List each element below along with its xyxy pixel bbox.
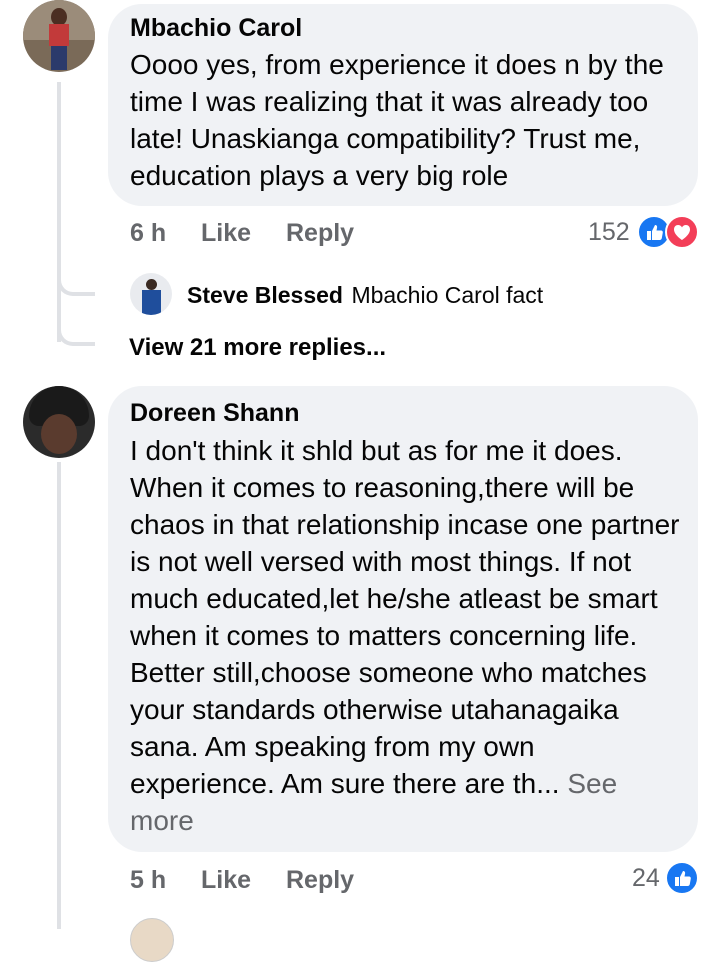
comment-actions: 6 h Like Reply <box>130 219 430 251</box>
like-button[interactable]: Like <box>201 866 251 895</box>
reply-button[interactable]: Reply <box>286 866 354 895</box>
comment-bubble: Mbachio Carol Oooo yes, from experience … <box>108 4 698 206</box>
view-more-replies-link[interactable]: View 21 more replies... <box>129 334 386 362</box>
reply-connector <box>57 268 95 296</box>
avatar[interactable] <box>23 0 95 72</box>
like-icon <box>665 861 699 895</box>
reaction-count[interactable]: 24 <box>632 864 660 893</box>
comment-author[interactable]: Mbachio Carol <box>130 13 698 43</box>
thread-line <box>57 82 61 342</box>
comment-time: 5 h <box>130 866 167 894</box>
comment-time: 6 h <box>130 219 167 247</box>
more-replies-connector <box>57 318 95 346</box>
like-button[interactable]: Like <box>201 219 251 248</box>
reply-text: Mbachio Carol fact <box>351 282 544 308</box>
reply-button[interactable]: Reply <box>286 219 354 248</box>
comment-bubble: Doreen Shann I don't think it shld but a… <box>108 386 698 852</box>
comment-text: I don't think it shld but as for me it d… <box>130 432 685 839</box>
thread-line <box>57 462 61 929</box>
comment-author[interactable]: Doreen Shann <box>130 398 698 428</box>
reply-row: Steve Blessed Mbachio Carol fact <box>187 282 543 309</box>
love-icon <box>665 215 699 249</box>
reply-avatar[interactable] <box>130 918 174 962</box>
reaction-count[interactable]: 152 <box>588 218 630 247</box>
comment-actions: 5 h Like Reply <box>130 866 430 898</box>
comment-text: Oooo yes, from experience it does n by t… <box>130 49 664 191</box>
reply-author[interactable]: Steve Blessed <box>187 282 343 308</box>
comment-text-body: I don't think it shld but as for me it d… <box>130 435 680 799</box>
reply-avatar[interactable] <box>130 273 172 315</box>
avatar[interactable] <box>23 386 95 458</box>
